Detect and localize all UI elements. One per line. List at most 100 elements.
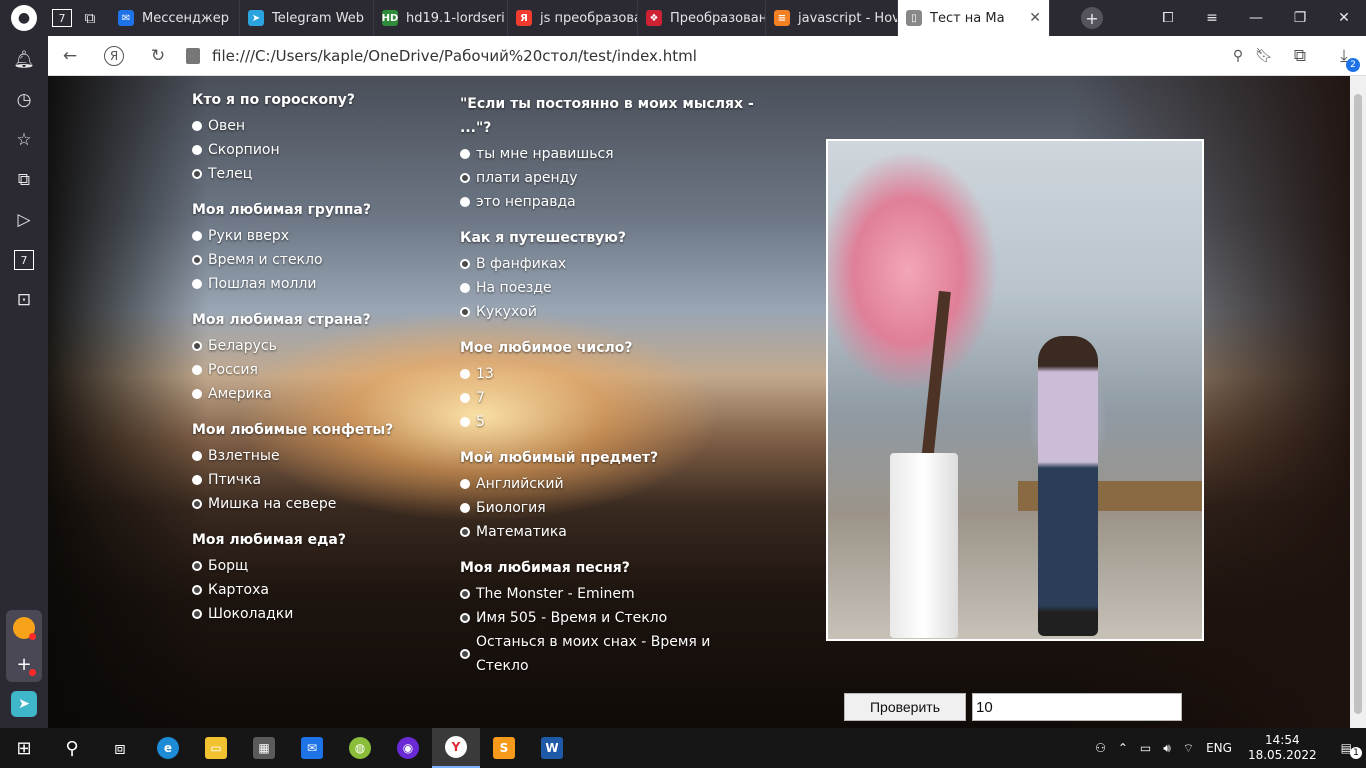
chevron-up-icon[interactable]: ⌃ (1112, 741, 1134, 755)
screenshot-icon[interactable]: ⊡ (0, 280, 48, 320)
radio-button[interactable] (192, 451, 202, 461)
answer-option[interactable]: Америка (192, 382, 432, 406)
people-icon[interactable]: ⚇ (1089, 741, 1112, 755)
counter-sidebar-icon[interactable]: 7 (0, 240, 48, 280)
reload-icon[interactable]: ↻ (136, 36, 180, 76)
answer-option[interactable]: Картоха (192, 578, 432, 602)
minimize-icon[interactable]: — (1234, 0, 1278, 36)
answer-option[interactable]: Взлетные (192, 444, 432, 468)
sublime-icon[interactable]: S (480, 728, 528, 768)
battery-icon[interactable]: ▭ (1134, 741, 1157, 755)
radio-button[interactable] (192, 609, 202, 619)
app-purple-icon[interactable]: ◉ (384, 728, 432, 768)
answer-option[interactable]: Руки вверх (192, 224, 432, 248)
radio-button[interactable] (460, 503, 470, 513)
radio-button[interactable] (460, 197, 470, 207)
radio-button[interactable] (460, 259, 470, 269)
answer-option[interactable]: Шоколадки (192, 602, 432, 626)
tab-4[interactable]: Яjs преобразова (508, 0, 638, 36)
answer-option[interactable]: Россия (192, 358, 432, 382)
close-tab-icon[interactable]: ✕ (1021, 10, 1041, 26)
answer-option[interactable]: Скорпион (192, 138, 432, 162)
volume-icon[interactable]: 🔊︎ (1157, 741, 1177, 756)
radio-button[interactable] (192, 475, 202, 485)
language-indicator[interactable]: ENG (1200, 741, 1238, 755)
answer-option[interactable]: Математика (460, 520, 760, 544)
app-icon[interactable] (6, 610, 42, 646)
radio-button[interactable] (192, 341, 202, 351)
tab-7[interactable]: ▯ Тест на Ма ✕ (898, 0, 1050, 36)
bookmark-icon[interactable]: 🔖︎ (1250, 36, 1278, 76)
radio-button[interactable] (460, 283, 470, 293)
answer-option[interactable]: Борщ (192, 554, 432, 578)
answer-option[interactable]: Телец (192, 162, 432, 186)
radio-button[interactable] (192, 365, 202, 375)
zoom-icon[interactable]: ⚲ (1226, 36, 1250, 76)
new-tab-icon[interactable]: + (1078, 4, 1106, 32)
file-explorer-icon[interactable]: ▭ (192, 728, 240, 768)
answer-option[interactable]: На поезде (460, 276, 760, 300)
start-icon[interactable]: ⊞ (0, 728, 48, 768)
word-icon[interactable]: W (528, 728, 576, 768)
notification-icon[interactable]: ▤ 1 (1327, 741, 1366, 759)
radio-button[interactable] (460, 613, 470, 623)
answer-option[interactable]: Останься в моих снах - Время и Стекло (460, 630, 760, 678)
answer-option[interactable]: ты мне нравишься (460, 142, 760, 166)
answer-option[interactable]: плати аренду (460, 166, 760, 190)
radio-button[interactable] (192, 231, 202, 241)
radio-button[interactable] (192, 255, 202, 265)
answer-option[interactable]: В фанфиках (460, 252, 760, 276)
yandex-icon[interactable]: Я (92, 36, 136, 76)
new-window-icon[interactable]: ⧉ (76, 4, 104, 32)
radio-button[interactable] (460, 589, 470, 599)
radio-button[interactable] (460, 649, 470, 659)
answer-option[interactable]: это неправда (460, 190, 760, 214)
answer-option[interactable]: Пошлая молли (192, 272, 432, 296)
task-view-icon[interactable]: ⧈ (96, 728, 144, 768)
check-button[interactable]: Проверить (844, 693, 966, 721)
collections-icon[interactable]: ⧠ (1146, 0, 1190, 36)
tab-6[interactable]: ≡ javascript - Hov (766, 0, 898, 36)
radio-button[interactable] (460, 527, 470, 537)
video-icon[interactable]: ▷ (0, 200, 48, 240)
radio-button[interactable] (192, 169, 202, 179)
bookmarks-icon[interactable]: ☆ (0, 120, 48, 160)
answer-option[interactable]: Овен (192, 114, 432, 138)
radio-button[interactable] (192, 121, 202, 131)
tab-1[interactable]: ✉ Мессенджер (110, 0, 240, 36)
radio-button[interactable] (460, 479, 470, 489)
history-icon[interactable]: ◷ (0, 80, 48, 120)
score-field[interactable]: 10 (972, 693, 1182, 721)
radio-button[interactable] (192, 499, 202, 509)
radio-button[interactable] (192, 585, 202, 595)
radio-button[interactable] (192, 279, 202, 289)
menu-icon[interactable]: ≡ (1190, 0, 1234, 36)
close-window-icon[interactable]: ✕ (1322, 0, 1366, 36)
url-field[interactable]: file:///C:/Users/kaple/OneDrive/Рабочий%… (180, 41, 1226, 71)
radio-button[interactable] (460, 307, 470, 317)
tab-counter-icon[interactable]: 7 (48, 4, 76, 32)
answer-option[interactable]: 5 (460, 410, 760, 434)
answer-option[interactable]: Имя 505 - Время и Стекло (460, 606, 760, 630)
answer-option[interactable]: Биология (460, 496, 760, 520)
collections-sidebar-icon[interactable]: ⧉ (0, 160, 48, 200)
app-green-icon[interactable]: ◍ (336, 728, 384, 768)
tab-3[interactable]: HD hd19.1-lordseri (374, 0, 508, 36)
wifi-icon[interactable]: ⌔ (1177, 741, 1200, 756)
radio-button[interactable] (460, 417, 470, 427)
add-app-icon[interactable]: + (6, 646, 42, 682)
answer-option[interactable]: Мишка на севере (192, 492, 432, 516)
downloads-icon[interactable]: ⤓ 2 (1322, 36, 1366, 76)
tab-5[interactable]: ❖ Преобразован (638, 0, 766, 36)
mail-icon[interactable]: ✉ (288, 728, 336, 768)
yandex-browser-icon[interactable]: Y (432, 728, 480, 768)
notifications-icon[interactable]: 🔔︎ (0, 40, 48, 80)
answer-option[interactable]: Птичка (192, 468, 432, 492)
radio-button[interactable] (460, 369, 470, 379)
answer-option[interactable]: The Monster - Eminem (460, 582, 760, 606)
answer-option[interactable]: Кукухой (460, 300, 760, 324)
radio-button[interactable] (192, 145, 202, 155)
answer-option[interactable]: Беларусь (192, 334, 432, 358)
profile-icon[interactable]: ● (0, 4, 48, 32)
send-icon[interactable]: ➤ (6, 686, 42, 722)
